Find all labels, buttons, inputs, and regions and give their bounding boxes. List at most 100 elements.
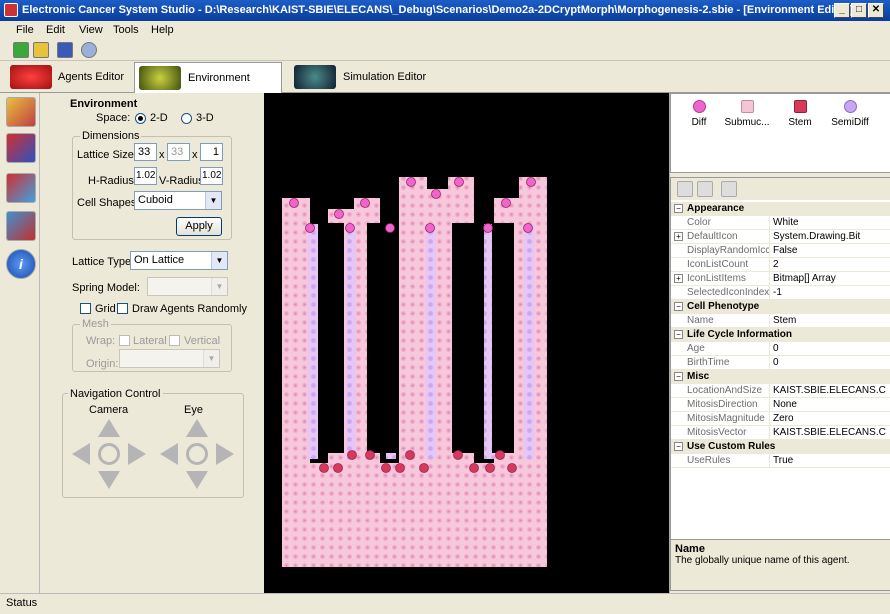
property-value[interactable]: White: [769, 216, 890, 229]
property-value[interactable]: KAIST.SBIE.ELECANS.C: [769, 426, 890, 439]
shapes-icon[interactable]: [6, 173, 36, 203]
collapse-icon[interactable]: −: [674, 302, 683, 311]
lattice-type-dropdown[interactable]: On Lattice ▼: [130, 251, 228, 270]
agent-icon-semidiff[interactable]: SemiDiff: [824, 100, 876, 128]
draw-random-checkbox[interactable]: [117, 303, 128, 314]
tab-agents-editor[interactable]: Agents Editor: [4, 62, 130, 92]
maximize-button[interactable]: □: [851, 3, 867, 18]
camera-down-icon[interactable]: [98, 471, 120, 489]
collapse-icon[interactable]: −: [674, 372, 683, 381]
property-value[interactable]: True: [769, 454, 890, 467]
space-3d-radio[interactable]: [181, 113, 192, 124]
collapse-icon[interactable]: −: [674, 330, 683, 339]
property-pages-icon[interactable]: [721, 181, 737, 197]
vradius-field[interactable]: 1.02: [200, 167, 223, 185]
lattice-x-field[interactable]: 33: [134, 143, 157, 161]
property-value[interactable]: KAIST.SBIE.ELECANS.C: [769, 384, 890, 397]
grid-checkbox[interactable]: [80, 303, 91, 314]
property-value[interactable]: Stem: [769, 314, 890, 327]
grid-cells-icon[interactable]: [6, 211, 36, 241]
menu-edit[interactable]: Edit: [46, 24, 65, 36]
property-category[interactable]: − Cell Phenotype: [671, 300, 890, 314]
property-row[interactable]: BirthTime 0: [671, 356, 890, 370]
lattice-z-field[interactable]: 1: [200, 143, 223, 161]
apply-button[interactable]: Apply: [176, 217, 222, 236]
close-button[interactable]: ✕: [868, 3, 884, 18]
property-category[interactable]: − Life Cycle Information: [671, 328, 890, 342]
eye-navigator[interactable]: [160, 419, 234, 489]
property-row[interactable]: IconListCount 2: [671, 258, 890, 272]
eye-label: Eye: [184, 404, 203, 416]
hradius-field[interactable]: 1.02: [134, 167, 157, 185]
collapse-icon[interactable]: −: [674, 204, 683, 213]
eye-right-icon[interactable]: [216, 443, 234, 465]
globe-icon[interactable]: [81, 42, 97, 58]
tab-simulation-editor[interactable]: Simulation Editor: [288, 62, 428, 92]
spring-model-dropdown[interactable]: ▼: [147, 277, 228, 296]
eye-up-icon[interactable]: [186, 419, 208, 437]
sort-alpha-icon[interactable]: [697, 181, 713, 197]
property-value[interactable]: -1: [769, 286, 890, 299]
save-icon[interactable]: [57, 42, 73, 58]
property-row[interactable]: Name Stem: [671, 314, 890, 328]
property-value[interactable]: System.Drawing.Bit: [769, 230, 890, 243]
eye-left-icon[interactable]: [160, 443, 178, 465]
menu-help[interactable]: Help: [151, 24, 174, 36]
paint-brush-icon[interactable]: [6, 97, 36, 127]
property-row[interactable]: MitosisDirection None: [671, 398, 890, 412]
agent-icon-diff[interactable]: Diff: [673, 100, 725, 128]
property-value[interactable]: False: [769, 244, 890, 257]
property-row[interactable]: MitosisMagnitude Zero: [671, 412, 890, 426]
environment-canvas[interactable]: [264, 93, 669, 593]
property-row[interactable]: Color White: [671, 216, 890, 230]
agent-icon-stem[interactable]: Stem: [774, 100, 826, 128]
property-category[interactable]: − Use Custom Rules: [671, 440, 890, 454]
property-row[interactable]: DisplayRandomIcc False: [671, 244, 890, 258]
property-row[interactable]: + DefaultIcon System.Drawing.Bit: [671, 230, 890, 244]
minimize-button[interactable]: _: [834, 3, 850, 18]
property-row[interactable]: LocationAndSize KAIST.SBIE.ELECANS.C: [671, 384, 890, 398]
space-2d-radio[interactable]: [135, 113, 146, 124]
menu-view[interactable]: View: [79, 24, 103, 36]
property-row[interactable]: + IconListItems Bitmap[] Array: [671, 272, 890, 286]
expand-icon[interactable]: +: [674, 232, 683, 241]
property-row[interactable]: UseRules True: [671, 454, 890, 468]
property-category[interactable]: − Appearance: [671, 202, 890, 216]
property-value[interactable]: 2: [769, 258, 890, 271]
cell-shapes-dropdown[interactable]: Cuboid ▼: [134, 191, 222, 210]
property-row[interactable]: MitosisVector KAIST.SBIE.ELECANS.C: [671, 426, 890, 440]
property-row[interactable]: Age 0: [671, 342, 890, 356]
info-icon[interactable]: i: [6, 249, 36, 279]
camera-left-icon[interactable]: [72, 443, 90, 465]
crypt-lattice-view[interactable]: [264, 93, 669, 593]
expand-icon[interactable]: +: [674, 274, 683, 283]
new-icon[interactable]: [13, 42, 29, 58]
property-value[interactable]: 0: [769, 342, 890, 355]
property-category[interactable]: − Misc: [671, 370, 890, 384]
camera-right-icon[interactable]: [128, 443, 146, 465]
users-icon[interactable]: [6, 133, 36, 163]
eye-reset-icon[interactable]: [186, 443, 208, 465]
eye-down-icon[interactable]: [186, 471, 208, 489]
camera-reset-icon[interactable]: [98, 443, 120, 465]
agent-icon-submucosa[interactable]: Submuc...: [721, 100, 773, 128]
menu-file[interactable]: File: [16, 24, 34, 36]
property-value[interactable]: 0: [769, 356, 890, 369]
camera-up-icon[interactable]: [98, 419, 120, 437]
semidiff-column: [308, 224, 318, 459]
lattice-y-field[interactable]: 33: [167, 143, 190, 161]
tab-environment-editor[interactable]: Environment Editor: [134, 62, 282, 114]
categorized-icon[interactable]: [677, 181, 693, 197]
camera-navigator[interactable]: [72, 419, 146, 489]
collapse-icon[interactable]: −: [674, 442, 683, 451]
lateral-checkbox[interactable]: [119, 335, 130, 346]
property-value[interactable]: Zero: [769, 412, 890, 425]
property-row[interactable]: SelectedIconIndex -1: [671, 286, 890, 300]
vertical-checkbox[interactable]: [169, 335, 180, 346]
property-value[interactable]: Bitmap[] Array: [769, 272, 890, 285]
lattice-size-label: Lattice Size:: [77, 149, 137, 161]
property-value[interactable]: None: [769, 398, 890, 411]
open-folder-icon[interactable]: [33, 42, 49, 58]
origin-dropdown[interactable]: ▼: [119, 349, 220, 368]
menu-tools[interactable]: Tools: [113, 24, 139, 36]
